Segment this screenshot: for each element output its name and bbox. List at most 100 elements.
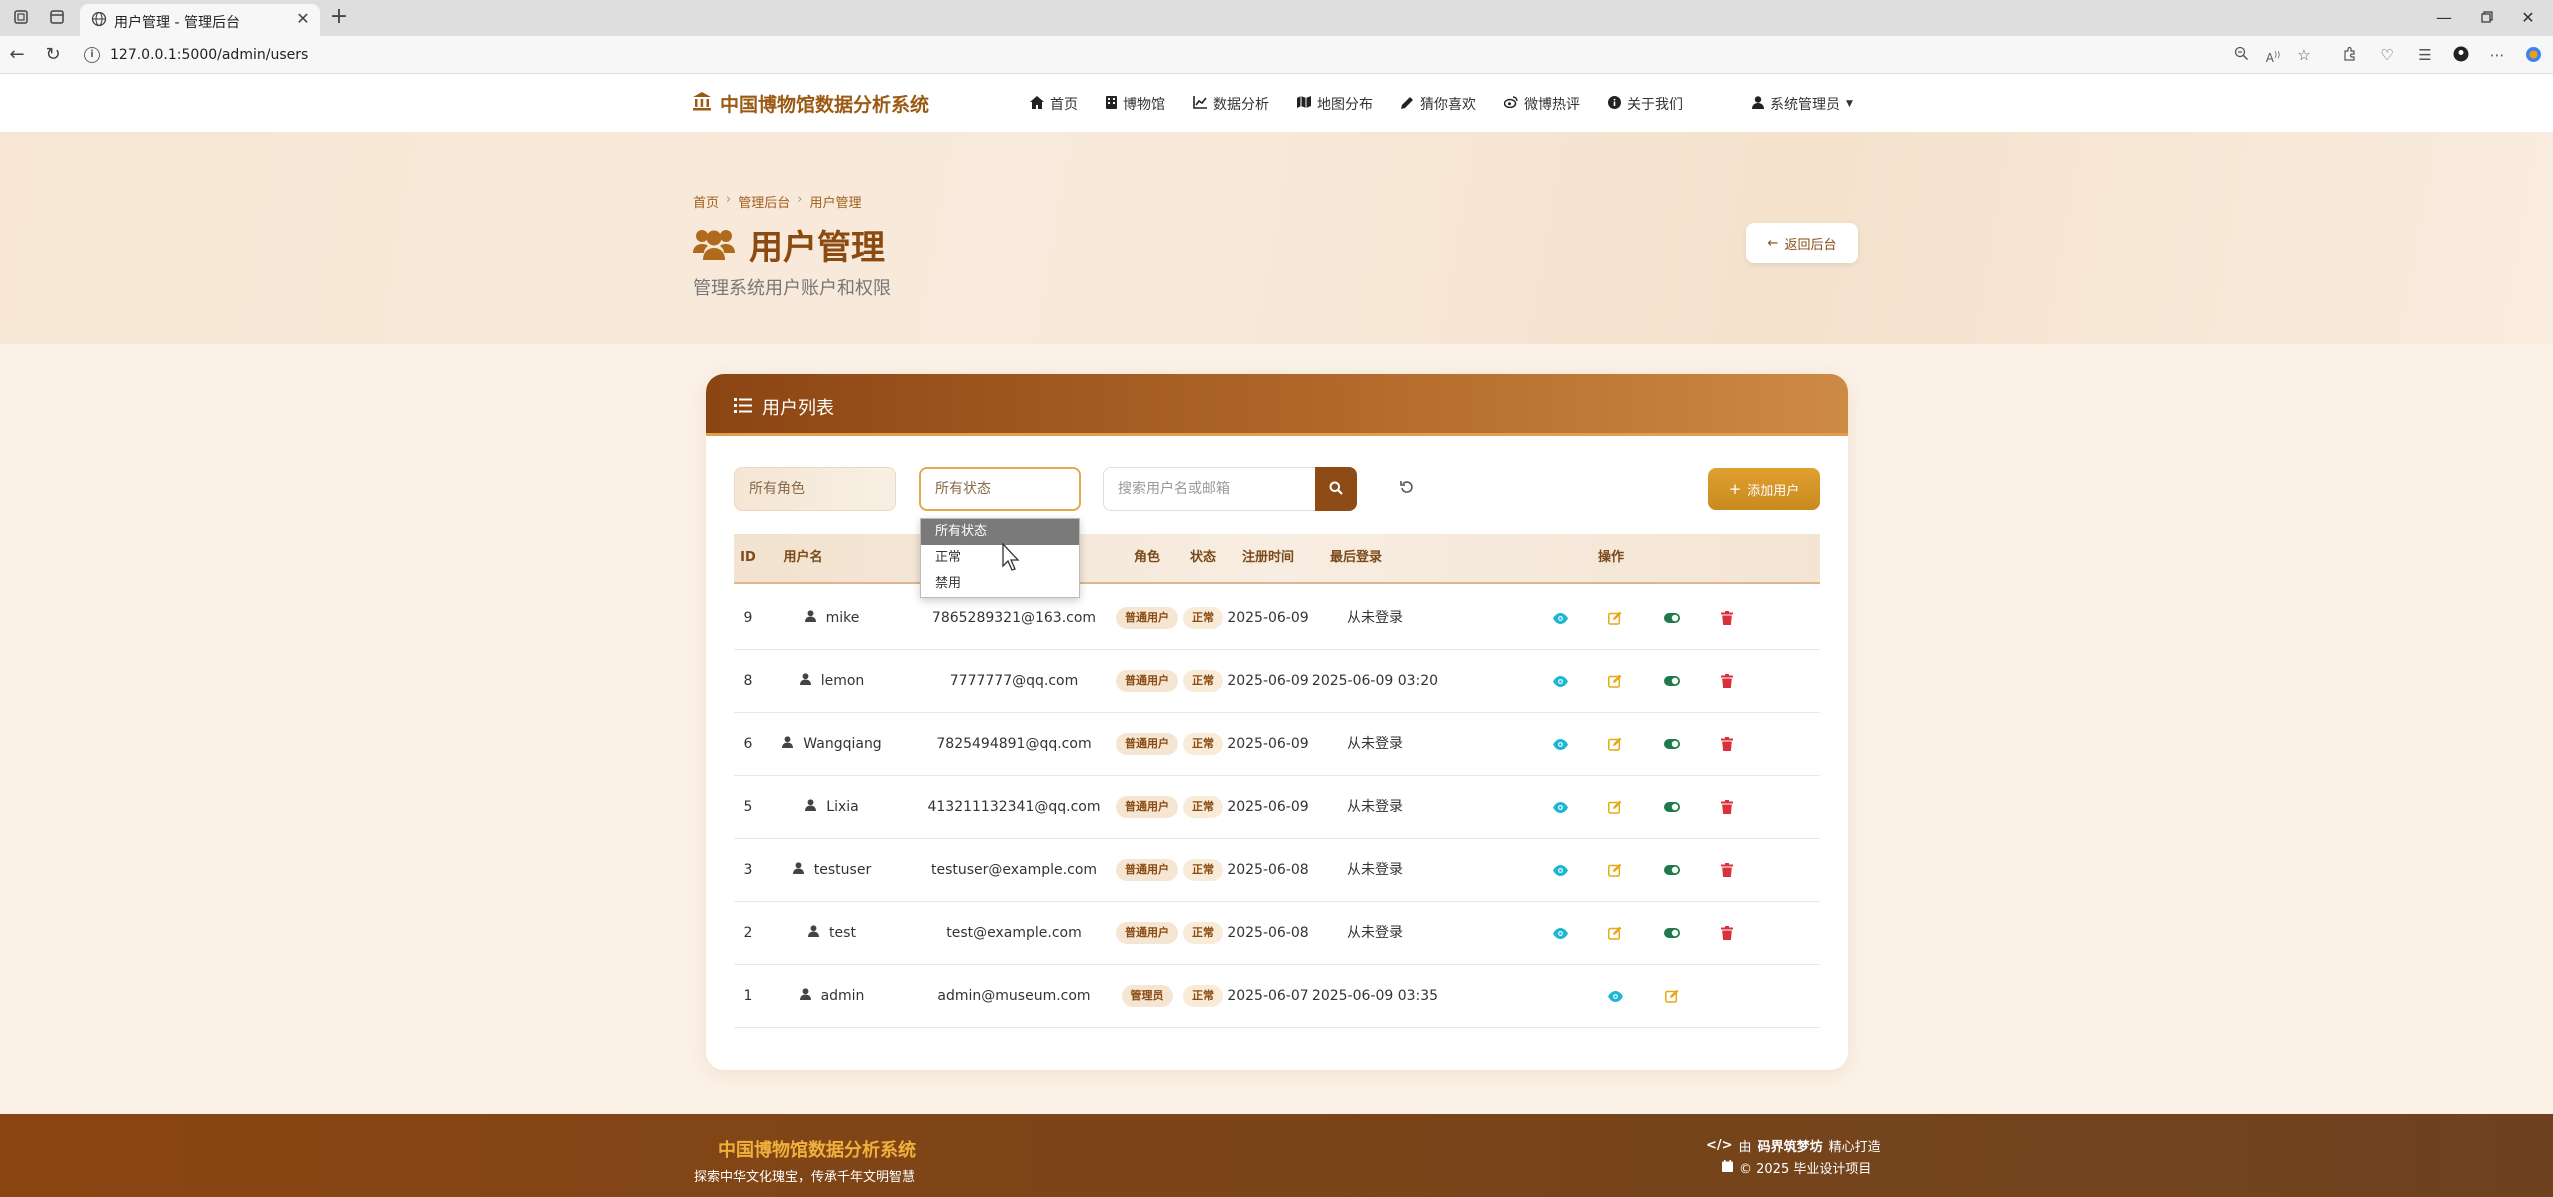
profile-avatar-icon[interactable]	[2452, 46, 2470, 64]
back-arrow-icon[interactable]: ←	[6, 44, 28, 66]
table-header: ID 用户名 邮箱 角色 状态 注册时间 最后登录 操作	[734, 534, 1820, 584]
chart-icon	[1193, 95, 1207, 113]
nav-item-weibo[interactable]: 微博热评	[1503, 94, 1580, 114]
toggle-user-button[interactable]	[1663, 924, 1681, 942]
eye-icon	[1552, 927, 1568, 939]
delete-user-button[interactable]	[1718, 798, 1736, 816]
zoom-icon[interactable]	[2232, 46, 2250, 64]
nav-item-map[interactable]: 地图分布	[1297, 94, 1373, 114]
favorite-star-icon[interactable]: ☆	[2295, 46, 2313, 64]
delete-user-button[interactable]	[1718, 861, 1736, 879]
status-option-disabled[interactable]: 禁用	[921, 571, 1079, 597]
view-user-button[interactable]	[1551, 609, 1569, 627]
view-user-button[interactable]	[1551, 924, 1569, 942]
minimize-icon[interactable]: —	[2432, 6, 2456, 30]
read-aloud-icon[interactable]: A))	[2264, 46, 2282, 65]
view-user-button[interactable]	[1551, 861, 1569, 879]
view-user-button[interactable]	[1551, 798, 1569, 816]
nav-item-label: 数据分析	[1213, 97, 1269, 113]
edit-user-button[interactable]	[1606, 861, 1624, 879]
url-field[interactable]: i 127.0.0.1:5000/admin/users	[76, 41, 2256, 69]
more-menu-icon[interactable]: ⋯	[2488, 46, 2506, 64]
user-icon	[805, 776, 817, 839]
footer-credit-prefix: 由	[1738, 1140, 1752, 1155]
nav-item-home[interactable]: 首页	[1030, 94, 1078, 114]
add-user-button[interactable]: + 添加用户	[1708, 468, 1820, 510]
nav-item-about[interactable]: 关于我们	[1608, 94, 1683, 114]
performance-icon[interactable]: ♡	[2378, 46, 2396, 64]
new-tab-icon[interactable]: +	[328, 6, 350, 29]
cell-status: 正常	[1180, 650, 1226, 713]
edit-user-button[interactable]	[1606, 798, 1624, 816]
footer-brand: 中国博物馆数据分析系统	[718, 1140, 916, 1161]
table-row: 2 test test@example.com 普通用户 正常 2025-06-08 从未登…	[734, 902, 1820, 965]
toggle-user-button[interactable]	[1663, 609, 1681, 627]
tab-title: 用户管理 - 管理后台	[114, 15, 240, 31]
copilot-icon[interactable]	[2524, 46, 2542, 64]
breadcrumb-home[interactable]: 首页	[693, 192, 719, 211]
search-input[interactable]: 搜索用户名或邮箱	[1103, 467, 1315, 511]
view-user-button[interactable]	[1606, 987, 1624, 1005]
delete-user-button[interactable]	[1718, 672, 1736, 690]
nav-item-label: 微博热评	[1524, 97, 1580, 113]
column-header-role: 角色	[1133, 550, 1160, 565]
close-window-icon[interactable]: ✕	[2516, 6, 2540, 30]
delete-user-button[interactable]	[1718, 924, 1736, 942]
edit-icon	[1608, 800, 1622, 814]
cell-username: testuser	[762, 839, 902, 902]
eye-icon	[1552, 801, 1568, 813]
breadcrumb-admin[interactable]: 管理后台	[738, 192, 790, 211]
search-button[interactable]	[1315, 467, 1357, 511]
edit-user-button[interactable]	[1606, 672, 1624, 690]
role-filter-select[interactable]: 所有角色	[734, 467, 896, 511]
user-icon	[804, 587, 816, 650]
workspaces-icon[interactable]	[12, 9, 30, 27]
eye-icon	[1552, 738, 1568, 750]
status-option-all[interactable]: 所有状态	[921, 519, 1079, 545]
delete-user-button[interactable]	[1718, 609, 1736, 627]
edit-user-button[interactable]	[1606, 735, 1624, 753]
username-text: Lixia	[826, 799, 859, 815]
edit-user-button[interactable]	[1606, 609, 1624, 627]
tab-actions-icon[interactable]	[48, 9, 66, 27]
status-option-normal[interactable]: 正常	[921, 545, 1079, 571]
back-to-admin-button[interactable]: ← 返回后台	[1746, 223, 1858, 263]
view-user-button[interactable]	[1551, 672, 1569, 690]
user-dropdown[interactable]: 系统管理员 ▼	[1752, 94, 1853, 114]
brand-link[interactable]: 中国博物馆数据分析系统	[692, 90, 929, 116]
status-filter-select[interactable]: 所有状态	[919, 467, 1081, 511]
site-info-icon[interactable]: i	[84, 47, 100, 63]
collections-icon[interactable]: ☰	[2416, 46, 2434, 64]
restore-icon[interactable]	[2475, 6, 2499, 30]
refresh-icon[interactable]: ↻	[42, 44, 64, 66]
toggle-user-button[interactable]	[1663, 672, 1681, 690]
edit-icon	[1608, 611, 1622, 625]
reset-filters-button[interactable]	[1396, 478, 1418, 500]
pen-icon	[1401, 96, 1414, 113]
toggle-user-button[interactable]	[1663, 735, 1681, 753]
column-header-actions: 操作	[1597, 550, 1624, 565]
edit-user-button[interactable]	[1663, 987, 1681, 1005]
browser-tab-active[interactable]: 用户管理 - 管理后台 ✕	[80, 4, 320, 36]
nav-item-analysis[interactable]: 数据分析	[1193, 94, 1269, 114]
toggle-user-button[interactable]	[1663, 798, 1681, 816]
cell-status: 正常	[1180, 776, 1226, 839]
username-text: mike	[825, 610, 860, 626]
code-icon: </>	[1706, 1138, 1733, 1153]
delete-user-button[interactable]	[1718, 735, 1736, 753]
nav-item-label: 博物馆	[1123, 97, 1165, 113]
edit-user-button[interactable]	[1606, 924, 1624, 942]
weibo-icon	[1503, 96, 1518, 112]
cell-registered: 2025-06-08	[1227, 862, 1309, 878]
edit-icon	[1608, 863, 1622, 877]
nav-item-museum[interactable]: 博物馆	[1106, 94, 1165, 114]
extensions-icon[interactable]	[2340, 46, 2358, 64]
nav-item-recommend[interactable]: 猜你喜欢	[1401, 94, 1476, 114]
footer-credit: </> 由 码界筑梦坊 精心打造	[1706, 1136, 1881, 1155]
table-row: 1 admin admin@museum.com 管理员 正常 2025-06-07 202…	[734, 965, 1820, 1028]
toggle-user-button[interactable]	[1663, 861, 1681, 879]
view-user-button[interactable]	[1551, 735, 1569, 753]
column-header-last-login: 最后登录	[1329, 550, 1382, 565]
arrow-left-icon: ←	[1767, 235, 1779, 251]
close-tab-icon[interactable]: ✕	[294, 10, 312, 28]
